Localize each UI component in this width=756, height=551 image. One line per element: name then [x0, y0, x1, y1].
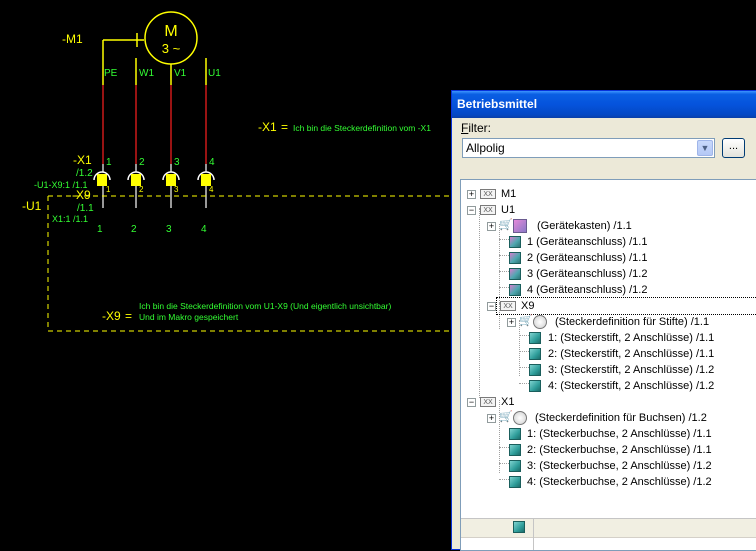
x1-note-text: Ich bin die Steckerdefinition vom -X1 — [293, 123, 431, 133]
tree-item-label: M1 — [501, 188, 517, 200]
tree-item-label: 4 (Geräteanschluss) /1.2 — [527, 284, 648, 296]
tree-item-x9[interactable]: − XX X9 — [487, 297, 756, 315]
x1-ref: /1.2 — [76, 168, 93, 179]
expand-icon[interactable]: + — [467, 190, 476, 199]
socket-icon — [509, 460, 521, 472]
socket-icon — [509, 476, 521, 488]
tree-item-label: 2: (Steckerbuchse, 2 Anschlüsse) /1.1 — [527, 444, 712, 456]
betriebsmittel-dialog[interactable]: Betriebsmittel Filter: Allpolig ▼ ... + … — [451, 90, 756, 551]
tree-item-label: (Gerätekasten) /1.1 — [537, 220, 632, 232]
motor-phase: 3 ~ — [162, 41, 181, 56]
pin-icon — [529, 348, 541, 360]
x1-pin-1: 1 — [106, 157, 112, 168]
terminal-v1: V1 — [174, 68, 187, 79]
socket-icon — [509, 444, 521, 456]
tree-item-label: 3: (Steckerstift, 2 Anschlüsse) /1.2 — [548, 364, 715, 376]
tree-item-label: 2 (Geräteanschluss) /1.1 — [527, 252, 648, 264]
tree-item-label: X1 — [501, 396, 515, 408]
device-connection-icon — [509, 268, 521, 280]
plug-definition-icon — [533, 315, 547, 329]
tree-item-label: 3 (Geräteanschluss) /1.2 — [527, 268, 648, 280]
filter-label: Filter: — [461, 121, 491, 135]
filter-more-button[interactable]: ... — [722, 138, 745, 158]
x9-ref: /1.1 — [77, 203, 94, 214]
x1-tag: -X1 — [73, 153, 92, 167]
x1-pin-3: 3 — [174, 157, 180, 168]
x9-pin-1: 1 — [97, 224, 103, 235]
device-tag-icon: XX — [480, 189, 496, 199]
x9-note-equals: = — [125, 309, 132, 323]
filter-label-text: ilter: — [468, 121, 492, 135]
x9-small-1: 1 — [106, 185, 111, 194]
device-connection-icon — [509, 252, 521, 264]
terminal-w1: W1 — [139, 68, 154, 79]
tree-item-label: 1: (Steckerbuchse, 2 Anschlüsse) /1.1 — [527, 428, 712, 440]
wires — [102, 85, 207, 164]
collapse-icon[interactable]: − — [467, 206, 476, 215]
properties-grid-header — [461, 519, 756, 538]
tree-item-label: 3: (Steckerbuchse, 2 Anschlüsse) /1.2 — [527, 460, 712, 472]
x9-cross-ref-2: X1:1 /1.1 — [52, 214, 88, 224]
motor-tag: -M1 — [62, 32, 83, 46]
pin-icon — [529, 380, 541, 392]
x9-note-tag: -X9 — [102, 309, 121, 323]
x1-sockets[interactable] — [93, 164, 215, 208]
expand-icon[interactable]: + — [487, 222, 496, 231]
tree-item-label: X9 — [521, 300, 535, 312]
expand-icon[interactable]: + — [507, 318, 516, 327]
device-tag-icon: XX — [480, 397, 496, 407]
grid-divider — [533, 519, 534, 550]
x1-note-tag: -X1 — [258, 120, 277, 134]
x9-tag: -X9 — [72, 188, 91, 202]
tree-item-label: 4: (Steckerbuchse, 2 Anschlüsse) /1.2 — [527, 476, 712, 488]
x1-note-equals: = — [281, 120, 288, 134]
x9-small-4: 4 — [209, 185, 214, 194]
terminal-pe: PE — [104, 68, 118, 79]
chevron-down-icon[interactable]: ▼ — [697, 140, 713, 156]
grid-cell-icon — [513, 521, 525, 533]
tree-item-label: (Steckerdefinition für Stifte) /1.1 — [555, 316, 710, 328]
filter-select-value: Allpolig — [466, 141, 505, 155]
expand-icon[interactable]: + — [487, 414, 496, 423]
device-tree[interactable]: + XX M1 − XX U1 + 🛒 (Gerätekasten) /1.1 … — [460, 179, 756, 551]
cart-icon: 🛒 — [499, 411, 513, 423]
u1-tag: -U1 — [22, 199, 42, 213]
cart-icon: 🛒 — [499, 219, 513, 231]
x9-note-line-1: Ich bin die Steckerdefinition vom U1-X9 … — [139, 301, 391, 311]
device-connection-icon — [509, 236, 521, 248]
tree-item-label: 2: (Steckerstift, 2 Anschlüsse) /1.1 — [548, 348, 715, 360]
pin-icon — [529, 332, 541, 344]
tree-item-label: 1 (Geräteanschluss) /1.1 — [527, 236, 648, 248]
x9-pin-3: 3 — [166, 224, 172, 235]
terminal-u1: U1 — [208, 68, 221, 79]
dialog-title[interactable]: Betriebsmittel — [452, 91, 756, 118]
collapse-icon[interactable]: − — [487, 302, 496, 311]
tree-item-label: (Steckerdefinition für Buchsen) /1.2 — [535, 412, 707, 424]
x9-note-line-2: Und im Makro gespeichert — [139, 312, 239, 322]
x9-small-2: 2 — [139, 185, 144, 194]
tree-item-label: U1 — [501, 204, 516, 216]
x9-pin-2: 2 — [131, 224, 137, 235]
device-tag-icon: XX — [500, 301, 516, 311]
tree-item-label: 4: (Steckerstift, 2 Anschlüsse) /1.2 — [548, 380, 715, 392]
cart-icon: 🛒 — [519, 315, 533, 327]
x9-pin-4: 4 — [201, 224, 207, 235]
motor-letter: M — [164, 23, 177, 40]
housing-icon — [513, 219, 527, 233]
device-connection-icon — [509, 284, 521, 296]
device-tag-icon: XX — [480, 205, 496, 215]
socket-icon — [509, 428, 521, 440]
pin-icon — [529, 364, 541, 376]
tree-item-label: 1: (Steckerstift, 2 Anschlüsse) /1.1 — [548, 332, 715, 344]
motor-symbol[interactable]: M 3 ~ — [102, 11, 207, 85]
x1-pin-4: 4 — [209, 157, 215, 168]
plug-definition-icon — [513, 411, 527, 425]
collapse-icon[interactable]: − — [467, 398, 476, 407]
filter-select[interactable]: Allpolig ▼ — [462, 138, 715, 158]
properties-grid[interactable] — [461, 518, 756, 550]
x1-pin-2: 2 — [139, 157, 145, 168]
x9-small-3: 3 — [174, 185, 179, 194]
